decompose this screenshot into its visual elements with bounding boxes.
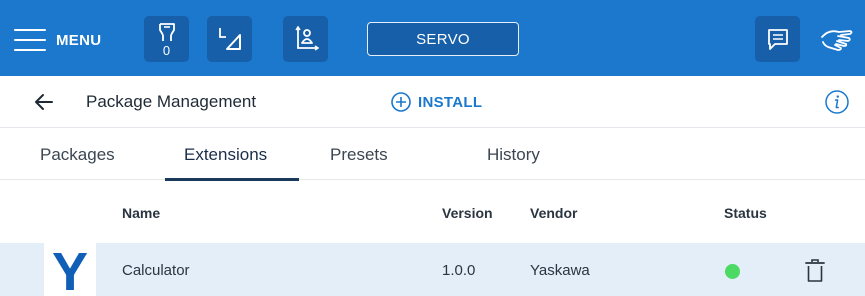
top-bar: MENU 0 SERVO (0, 0, 865, 76)
menu-button[interactable]: MENU (14, 22, 101, 58)
servo-button[interactable]: SERVO (367, 22, 519, 56)
frame-selector-button[interactable] (207, 16, 252, 62)
menu-label: MENU (56, 31, 102, 49)
hand-gesture-icon (820, 30, 852, 51)
coordinate-frame-icon (218, 28, 241, 50)
column-header-vendor[interactable]: Vendor (530, 205, 577, 221)
tab-presets[interactable]: Presets (318, 128, 428, 180)
package-logo: Y (44, 243, 96, 296)
user-frame-button[interactable] (283, 16, 328, 62)
page-header: Package Management INSTALL (0, 76, 865, 128)
page-title: Package Management (86, 92, 257, 111)
back-arrow-icon[interactable] (32, 90, 56, 114)
tab-history[interactable]: History (470, 128, 580, 180)
column-header-version[interactable]: Version (442, 205, 493, 221)
install-button[interactable]: INSTALL (390, 90, 482, 114)
tool-selector-button[interactable]: 0 (144, 16, 189, 62)
tab-packages[interactable]: Packages (22, 128, 142, 180)
plus-circle-icon (391, 92, 411, 112)
tab-label: History (487, 145, 540, 164)
package-name: Calculator (122, 262, 190, 279)
tab-label: Extensions (184, 145, 268, 164)
tab-label: Packages (40, 145, 115, 164)
chat-button[interactable] (755, 16, 800, 62)
column-header-name[interactable]: Name (122, 205, 160, 221)
tab-extensions[interactable]: Extensions (165, 128, 299, 181)
tab-label: Presets (330, 145, 388, 164)
trash-icon[interactable] (804, 258, 826, 284)
user-frame-icon (294, 25, 319, 51)
info-icon[interactable] (824, 89, 850, 115)
column-header-status[interactable]: Status (724, 205, 767, 221)
tab-bar: Packages Extensions Presets History (0, 128, 865, 181)
table-header: Name Version Vendor Status (0, 180, 865, 243)
tool-counter: 0 (162, 43, 171, 58)
hamburger-icon (14, 29, 46, 51)
hand-gesture-button[interactable] (814, 16, 859, 62)
install-label: INSTALL (418, 93, 483, 111)
chat-icon (767, 29, 788, 50)
package-version: 1.0.0 (442, 262, 476, 279)
status-indicator (725, 264, 740, 279)
package-logo-letter: Y (51, 243, 89, 296)
package-vendor: Yaskawa (530, 262, 590, 279)
